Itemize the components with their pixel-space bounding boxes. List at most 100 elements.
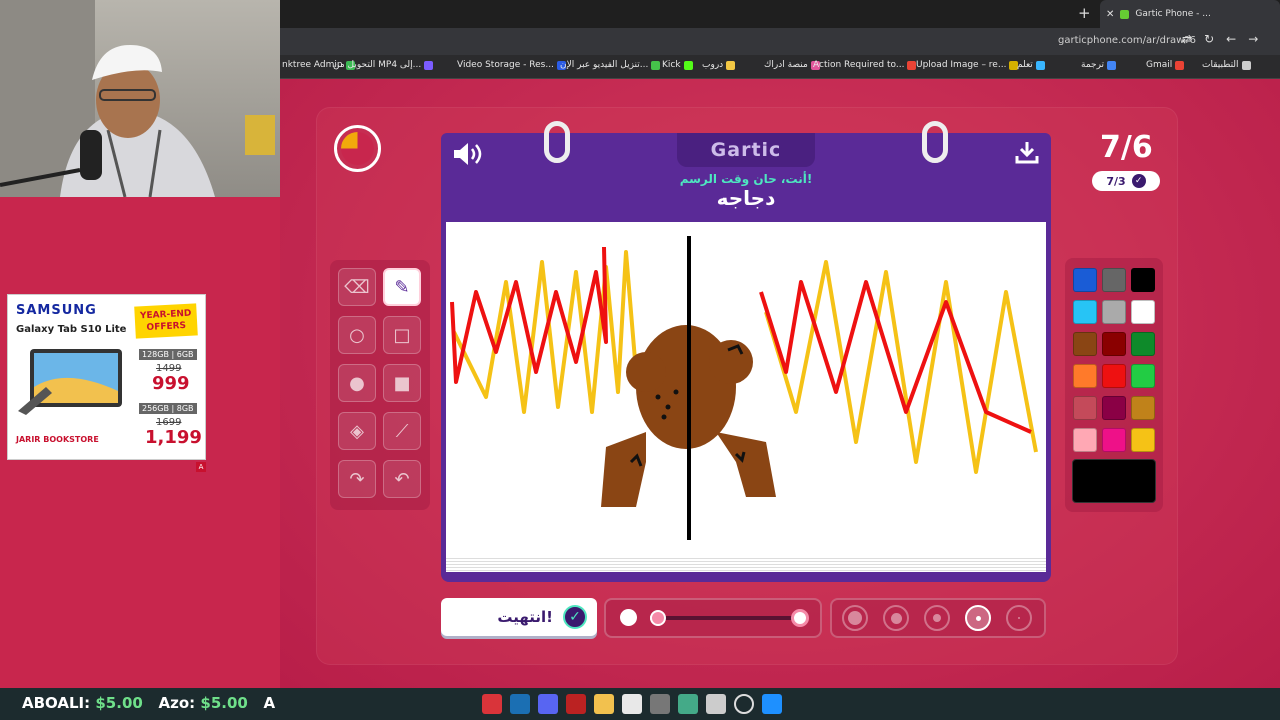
bookmark-item[interactable]: تنزيل الفيديو عبر الإن... bbox=[560, 60, 661, 70]
obs-icon[interactable] bbox=[482, 694, 502, 714]
samsung-ad[interactable]: SAMSUNG Galaxy Tab S10 Lite YEAR-END OFF… bbox=[7, 294, 206, 460]
color-swatch[interactable] bbox=[1102, 268, 1126, 292]
opacity-slider[interactable] bbox=[650, 616, 800, 620]
circle-fill-tool[interactable]: ● bbox=[338, 364, 376, 402]
brush-size-1[interactable] bbox=[1006, 605, 1032, 631]
bookmark-item[interactable]: Upload Image – re... bbox=[916, 60, 1019, 70]
speaker-icon[interactable] bbox=[452, 141, 486, 167]
new-tab-button[interactable]: + bbox=[1078, 4, 1091, 22]
opacity-min-icon bbox=[620, 609, 637, 626]
brush-size-3[interactable] bbox=[924, 605, 950, 631]
rectangle-fill-tool[interactable]: ■ bbox=[383, 364, 421, 402]
reload-icon[interactable]: ↻ bbox=[1204, 32, 1214, 46]
eraser-tool[interactable]: ⌫ bbox=[338, 268, 376, 306]
bookmark-item[interactable]: Video Storage - Res... bbox=[457, 60, 566, 70]
bookmark-item[interactable]: دروب bbox=[702, 60, 736, 70]
bookmark-favicon-icon bbox=[651, 60, 661, 70]
ticker-amount-2: $5.00 bbox=[200, 694, 248, 712]
bookmark-item[interactable]: Action Required to... bbox=[813, 60, 917, 70]
color-swatch[interactable] bbox=[1073, 268, 1097, 292]
brush-size-4[interactable] bbox=[883, 605, 909, 631]
ad-choices-icon[interactable]: A bbox=[196, 462, 206, 472]
close-tab-icon[interactable]: ✕ bbox=[1106, 9, 1114, 20]
bookmark-favicon-icon bbox=[424, 60, 434, 70]
color-swatch[interactable] bbox=[1102, 364, 1126, 388]
color-swatch[interactable] bbox=[1102, 428, 1126, 452]
color-swatch[interactable] bbox=[1073, 332, 1097, 356]
brush-dot-icon bbox=[1018, 617, 1020, 619]
ad-model: Galaxy Tab S10 Lite bbox=[16, 324, 127, 335]
bookmark-item[interactable]: ترجمة bbox=[1081, 60, 1117, 70]
line-tool[interactable]: ⟋ bbox=[383, 412, 421, 450]
bookmark-item[interactable]: التحويل من MP4 إلى... bbox=[333, 60, 434, 70]
color-swatch[interactable] bbox=[1131, 428, 1155, 452]
opacity-slider-handle[interactable] bbox=[650, 610, 666, 626]
bookmark-favicon-icon bbox=[1035, 60, 1045, 70]
bookmark-label: Action Required to... bbox=[813, 60, 905, 70]
ad-price-2: 1,199 bbox=[145, 427, 202, 448]
color-swatch[interactable] bbox=[1073, 364, 1097, 388]
bookmark-item[interactable]: التطبيقات bbox=[1202, 60, 1251, 70]
bookmark-item[interactable]: Kick bbox=[662, 60, 693, 70]
url-field[interactable]: garticphone.com/ar/draw?6 bbox=[1058, 35, 1196, 46]
bookmark-favicon-icon bbox=[726, 60, 736, 70]
color-swatch[interactable] bbox=[1102, 300, 1126, 324]
file-explorer-icon[interactable] bbox=[594, 694, 614, 714]
color-swatch[interactable] bbox=[1131, 268, 1155, 292]
bookmark-label: التحويل من MP4 إلى... bbox=[333, 60, 422, 70]
color-swatch[interactable] bbox=[1131, 300, 1155, 324]
rectangle-outline-tool[interactable]: □ bbox=[383, 316, 421, 354]
square-fill-icon: ■ bbox=[393, 372, 411, 394]
store-icon[interactable] bbox=[622, 694, 642, 714]
bucket-icon: ◈ bbox=[350, 420, 364, 442]
color-swatch[interactable] bbox=[1131, 396, 1155, 420]
browser-tab[interactable]: ✕ Gartic Phone - ... bbox=[1100, 0, 1280, 28]
bookmark-item[interactable]: تعلم bbox=[1017, 60, 1045, 70]
start-icon[interactable] bbox=[762, 694, 782, 714]
pencil-tool[interactable]: ✎ bbox=[383, 268, 421, 306]
circle-outline-icon: ○ bbox=[349, 324, 365, 346]
back-icon[interactable]: ← bbox=[1226, 32, 1236, 46]
bookmark-item[interactable]: Gmail bbox=[1146, 60, 1185, 70]
site-settings-icon[interactable]: ⇄ bbox=[1182, 32, 1192, 46]
taskbar-icons bbox=[482, 694, 782, 714]
players-done-badge: 7/3 ✓ bbox=[1092, 171, 1160, 191]
circle-fill-icon: ● bbox=[349, 372, 365, 394]
undo-tool[interactable]: ↶ bbox=[383, 460, 421, 498]
notepad-icon[interactable] bbox=[706, 694, 726, 714]
drawing-canvas[interactable] bbox=[446, 222, 1046, 572]
round-counter: 7/6 bbox=[1100, 130, 1153, 165]
forward-icon[interactable]: → bbox=[1248, 32, 1258, 46]
app-icon[interactable] bbox=[650, 694, 670, 714]
video-app-icon[interactable] bbox=[566, 694, 586, 714]
brush-dot-icon bbox=[975, 615, 981, 621]
logo-tab: Gartic bbox=[677, 133, 815, 167]
download-icon[interactable] bbox=[1015, 140, 1039, 170]
players-done-count: 7/3 bbox=[1106, 174, 1126, 188]
color-swatch[interactable] bbox=[1073, 396, 1097, 420]
chrome-icon[interactable] bbox=[678, 694, 698, 714]
color-swatch[interactable] bbox=[1131, 364, 1155, 388]
brush-size-2[interactable] bbox=[965, 605, 991, 631]
ticker-amount-1: $5.00 bbox=[95, 694, 143, 712]
color-swatch[interactable] bbox=[1131, 332, 1155, 356]
brush-size-5[interactable] bbox=[842, 605, 868, 631]
ad-spec-2: 256GB | 8GB bbox=[139, 403, 197, 414]
canvas-page-lines bbox=[446, 556, 1046, 572]
search-icon[interactable] bbox=[734, 694, 754, 714]
bookmark-label: منصة ادراك bbox=[764, 60, 808, 70]
steam-icon[interactable] bbox=[510, 694, 530, 714]
brush-size-control bbox=[830, 598, 1046, 638]
color-swatch[interactable] bbox=[1102, 332, 1126, 356]
square-outline-icon: □ bbox=[393, 324, 411, 346]
bucket-tool[interactable]: ◈ bbox=[338, 412, 376, 450]
discord-icon[interactable] bbox=[538, 694, 558, 714]
redo-tool[interactable]: ↷ bbox=[338, 460, 376, 498]
brush-dot-icon bbox=[890, 612, 902, 624]
circle-outline-tool[interactable]: ○ bbox=[338, 316, 376, 354]
color-swatch[interactable] bbox=[1073, 300, 1097, 324]
color-swatch[interactable] bbox=[1073, 428, 1097, 452]
bookmark-item[interactable]: منصة ادراك bbox=[764, 60, 820, 70]
done-button[interactable]: انتهيت! ✓ bbox=[441, 598, 597, 636]
color-swatch[interactable] bbox=[1102, 396, 1126, 420]
